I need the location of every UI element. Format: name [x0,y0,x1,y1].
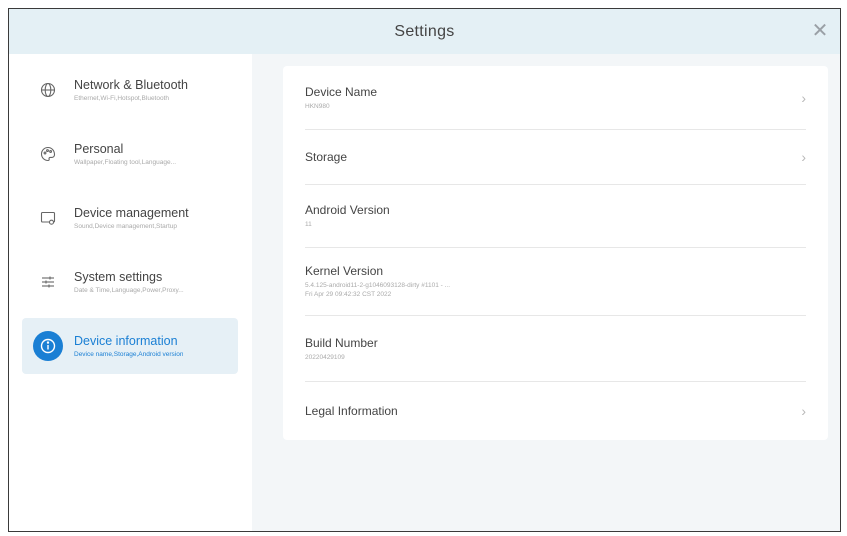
kernel-version-row: Kernel Version 5.4.125-android11-2-g1046… [305,248,806,316]
row-value: 20220429109 [305,353,345,361]
sidebar: Network & Bluetooth Ethernet,Wi-Fi,Hotsp… [9,54,252,531]
row-value-line2: Fri Apr 29 09:42:32 CST 2022 [305,291,392,298]
row-label: Legal Information [305,404,398,418]
sidebar-item-network-bluetooth[interactable]: Network & Bluetooth Ethernet,Wi-Fi,Hotsp… [22,62,238,118]
sidebar-item-label: System settings [74,270,163,284]
sidebar-item-label: Network & Bluetooth [74,78,188,92]
sidebar-item-sublabel: Device name,Storage,Android version [74,351,184,358]
sidebar-item-sublabel: Ethernet,Wi-Fi,Hotspot,Bluetooth [74,95,170,102]
content-pane: Device Name HKN980 › Storage › Android V… [252,54,840,531]
row-label: Device Name [305,84,378,99]
row-value: 5.4.125-android11-2-g1046093128-dirty #1… [305,282,451,289]
sidebar-item-sublabel: Date & Time,Language,Power,Proxy... [74,287,184,294]
row-label: Android Version [305,203,390,217]
window-title: Settings [394,22,455,40]
android-version-row: Android Version 11 [305,185,806,248]
globe-icon [36,78,60,102]
storage-row[interactable]: Storage › [305,130,806,185]
build-number-row: Build Number 20220429109 [305,316,806,382]
info-icon [33,331,63,361]
row-label: Build Number [305,335,378,350]
row-value: 11 [305,221,312,228]
chevron-right-icon: › [801,149,806,165]
sidebar-item-sublabel: Wallpaper,Floating tool,Language... [74,159,177,166]
sidebar-item-label: Personal [74,142,124,156]
sidebar-item-device-management[interactable]: Device management Sound,Device managemen… [22,190,238,246]
legal-information-row[interactable]: Legal Information › [305,382,806,440]
device-info-card: Device Name HKN980 › Storage › Android V… [283,66,828,440]
device-icon [36,206,60,230]
settings-window: Settings ✕ Network & Bluetooth Ethernet,… [8,8,841,532]
close-icon[interactable]: ✕ [810,21,830,41]
title-bar: Settings ✕ [9,9,840,54]
chevron-right-icon: › [801,403,806,419]
sidebar-item-personal[interactable]: Personal Wallpaper,Floating tool,Languag… [22,126,238,182]
row-value: HKN980 [305,102,330,110]
sliders-icon [36,270,60,294]
sidebar-item-label: Device management [74,206,189,220]
sidebar-item-device-information[interactable]: Device information Device name,Storage,A… [22,318,238,374]
palette-icon [36,142,60,166]
sidebar-item-system-settings[interactable]: System settings Date & Time,Language,Pow… [22,254,238,310]
row-label: Kernel Version [305,264,384,278]
sidebar-item-label: Device information [74,334,178,348]
sidebar-item-sublabel: Sound,Device management,Startup [74,223,177,230]
device-name-row[interactable]: Device Name HKN980 › [305,66,806,130]
row-label: Storage [305,150,348,164]
chevron-right-icon: › [801,89,806,106]
